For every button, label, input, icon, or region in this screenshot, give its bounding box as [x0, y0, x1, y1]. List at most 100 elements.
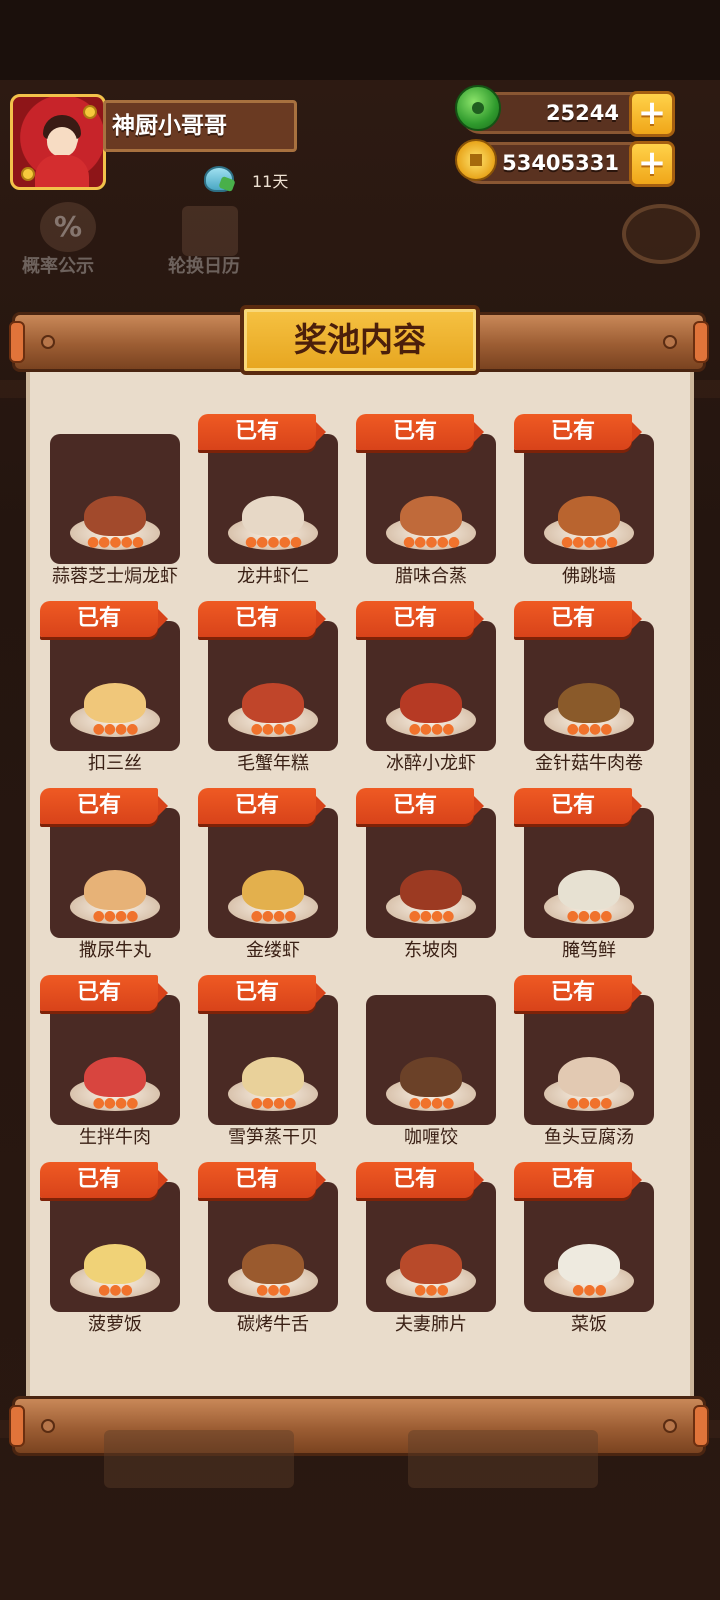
dish-name: 碳烤牛舌	[237, 1314, 309, 1335]
flame-rating-icon: ●●●●	[250, 1095, 297, 1111]
dish-name: 撒尿牛丸	[79, 940, 151, 961]
days-text: 11天	[252, 172, 289, 191]
dish-item[interactable]: 已有 ●●●● 东坡肉	[356, 784, 518, 971]
coin-icon	[455, 139, 497, 181]
food-icon	[84, 496, 146, 536]
owned-badge: 已有	[198, 601, 326, 637]
owned-badge: 已有	[40, 601, 168, 637]
flame-rating-icon: ●●●	[572, 1282, 607, 1298]
dish-item[interactable]: 已有 ●●●● 毛蟹年糕	[198, 597, 360, 784]
menu-round-icon	[622, 204, 700, 264]
dish-name: 龙井虾仁	[237, 566, 309, 587]
dish-item[interactable]: 已有 ●●●● 生拌牛肉	[40, 971, 202, 1158]
owned-badge: 已有	[356, 788, 484, 824]
food-icon	[400, 496, 462, 536]
food-icon	[400, 1057, 462, 1097]
flame-rating-icon: ●●●	[98, 1282, 133, 1298]
avatar-body	[35, 155, 89, 187]
dish-name: 咖喱饺	[404, 1127, 458, 1148]
add-coins-button[interactable]: +	[629, 141, 675, 187]
dish-name: 生拌牛肉	[79, 1127, 151, 1148]
food-icon	[84, 870, 146, 910]
dish-name: 鱼头豆腐汤	[544, 1127, 634, 1148]
dish-item[interactable]: 已有 ●●●● 鱼头豆腐汤	[514, 971, 676, 1158]
dish-item[interactable]: 已有 ●●●● 雪笋蒸干贝	[198, 971, 360, 1158]
probability-icon: %	[40, 202, 96, 252]
flame-rating-icon: ●●●●	[92, 1095, 139, 1111]
food-icon	[242, 1244, 304, 1284]
draw-ten-button-dimmed	[408, 1430, 598, 1488]
draw-once-button-dimmed	[104, 1430, 294, 1488]
owned-badge: 已有	[198, 1162, 326, 1198]
rod-cap	[693, 1405, 709, 1447]
rod-nail	[663, 1419, 677, 1433]
owned-badge: 已有	[356, 414, 484, 450]
flame-rating-icon: ●●●●	[408, 908, 455, 924]
owned-badge: 已有	[198, 414, 326, 450]
dish-item[interactable]: 已有 ●●●● 金针菇牛肉卷	[514, 597, 676, 784]
owned-badge: 已有	[198, 788, 326, 824]
food-icon	[242, 683, 304, 723]
owned-badge: 已有	[198, 975, 326, 1011]
player-avatar[interactable]	[10, 94, 106, 190]
food-icon	[400, 1244, 462, 1284]
dish-name: 腊味合蒸	[395, 566, 467, 587]
coin-value: 53405331	[502, 151, 619, 175]
dish-item[interactable]: 已有 ●●●●● 腊味合蒸	[356, 410, 518, 597]
food-icon	[400, 870, 462, 910]
dish-name: 东坡肉	[404, 940, 458, 961]
dish-name: 金缕虾	[246, 940, 300, 961]
dish-item[interactable]: 已有 ●●●● 金缕虾	[198, 784, 360, 971]
owned-badge: 已有	[40, 788, 168, 824]
dish-name: 金针菇牛肉卷	[535, 753, 643, 774]
flame-rating-icon: ●●●●●	[560, 534, 618, 550]
flame-rating-icon: ●●●●●	[244, 534, 302, 550]
dish-name: 扣三丝	[88, 753, 142, 774]
flame-rating-icon: ●●●	[256, 1282, 291, 1298]
flame-rating-icon: ●●●●	[92, 721, 139, 737]
food-icon	[400, 683, 462, 723]
dish-item[interactable]: 已有 ●●● 菠萝饭	[40, 1158, 202, 1345]
dish-item[interactable]: 已有 ●●●●● 龙井虾仁	[198, 410, 360, 597]
days-icon	[204, 166, 234, 192]
dish-name: 菠萝饭	[88, 1314, 142, 1335]
jade-value: 25244	[545, 101, 619, 125]
flame-rating-icon: ●●●●	[566, 1095, 613, 1111]
player-name[interactable]: 神厨小哥哥	[103, 100, 297, 152]
dish-item[interactable]: 已有 ●●●●● 佛跳墙	[514, 410, 676, 597]
dish-item[interactable]: ●●●● 咖喱饺	[360, 971, 518, 1158]
food-icon	[242, 870, 304, 910]
rod-nail	[41, 335, 55, 349]
dish-name: 夫妻肺片	[395, 1314, 467, 1335]
add-jade-button[interactable]: +	[629, 91, 675, 137]
rod-cap	[9, 321, 25, 363]
dish-item[interactable]: 已有 ●●●● 冰醉小龙虾	[356, 597, 518, 784]
owned-badge: 已有	[40, 1162, 168, 1198]
dish-item[interactable]: 已有 ●●● 夫妻肺片	[356, 1158, 518, 1345]
owned-badge: 已有	[356, 1162, 484, 1198]
dish-item[interactable]: ●●●●● 蒜蓉芝士焗龙虾	[44, 410, 202, 597]
coin-currency-bar: 53405331 +	[455, 139, 675, 187]
dish-item[interactable]: 已有 ●●●● 扣三丝	[40, 597, 202, 784]
food-icon	[558, 683, 620, 723]
flame-rating-icon: ●●●●	[250, 908, 297, 924]
dish-item[interactable]: 已有 ●●●● 腌笃鲜	[514, 784, 676, 971]
rotation-calendar-menu: 轮换日历	[168, 256, 240, 277]
food-icon	[84, 1057, 146, 1097]
calendar-icon	[182, 206, 238, 256]
jade-icon	[455, 85, 501, 131]
dish-name: 腌笃鲜	[562, 940, 616, 961]
dish-name: 毛蟹年糕	[237, 753, 309, 774]
dish-item[interactable]: 已有 ●●● 菜饭	[514, 1158, 676, 1345]
avatar-coin-icon	[83, 105, 97, 119]
flame-rating-icon: ●●●	[414, 1282, 449, 1298]
dish-item[interactable]: 已有 ●●● 碳烤牛舌	[198, 1158, 360, 1345]
dish-name: 蒜蓉芝士焗龙虾	[52, 566, 178, 587]
owned-badge: 已有	[356, 601, 484, 637]
flame-rating-icon: ●●●●	[92, 908, 139, 924]
food-icon	[84, 1244, 146, 1284]
food-icon	[242, 496, 304, 536]
flame-rating-icon: ●●●●	[408, 721, 455, 737]
owned-badge: 已有	[514, 414, 642, 450]
dish-item[interactable]: 已有 ●●●● 撒尿牛丸	[40, 784, 202, 971]
